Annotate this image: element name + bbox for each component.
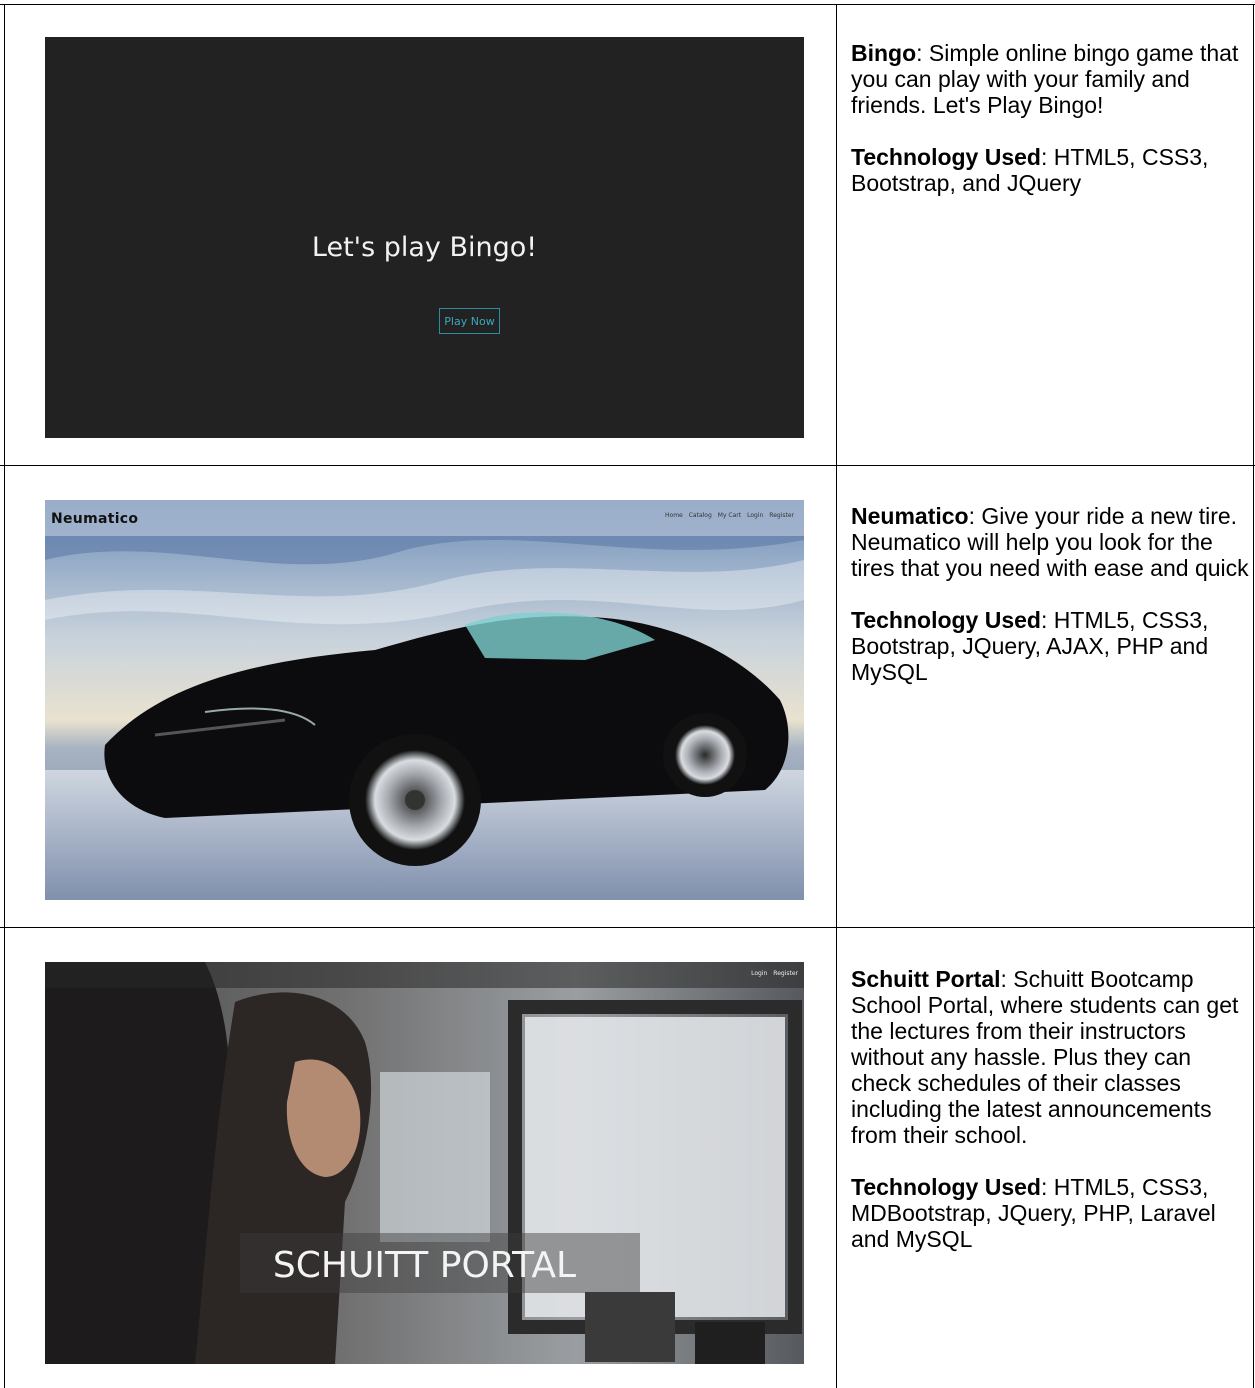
nav-login[interactable]: Login [751, 970, 767, 977]
office-hero-image [45, 962, 804, 1364]
neumatico-nav: Home Catalog My Cart Login Register [665, 512, 794, 519]
table-row-divider [0, 927, 1255, 928]
neumatico-logo[interactable]: Neumatico [51, 511, 138, 527]
schuitt-screenshot: Login Register SCHUITT PORTAL [45, 962, 804, 1364]
nav-my-cart[interactable]: My Cart [718, 512, 741, 519]
bingo-description: Bingo: Simple online bingo game that you… [851, 40, 1251, 222]
nav-catalog[interactable]: Catalog [689, 512, 712, 519]
table-border-left [4, 4, 5, 1388]
play-now-button[interactable]: Play Now [439, 308, 500, 334]
project-summary: : Schuitt Bootcamp School Portal, where … [851, 966, 1239, 1148]
schuitt-topbar [45, 962, 804, 988]
car-hero-image [45, 500, 804, 900]
schuitt-description: Schuitt Portal: Schuitt Bootcamp School … [851, 966, 1251, 1278]
neumatico-screenshot: Neumatico Home Catalog My Cart Login Reg… [45, 500, 804, 900]
table-border-right [1253, 4, 1254, 1388]
project-title: Schuitt Portal [851, 966, 1001, 992]
tech-label: Technology Used [851, 607, 1041, 633]
nav-login[interactable]: Login [747, 512, 763, 519]
table-border-top [0, 4, 1255, 5]
bingo-heading: Let's play Bingo! [311, 232, 538, 263]
schuitt-title: SCHUITT PORTAL [272, 1245, 577, 1286]
project-title: Bingo [851, 40, 917, 66]
table-row-divider [0, 465, 1255, 466]
nav-home[interactable]: Home [665, 512, 683, 519]
tech-label: Technology Used [851, 1174, 1041, 1200]
nav-register[interactable]: Register [773, 970, 798, 977]
bingo-screenshot: Let's play Bingo! Play Now [45, 37, 804, 438]
tech-label: Technology Used [851, 144, 1041, 170]
table-column-divider [836, 4, 837, 1388]
neumatico-description: Neumatico: Give your ride a new tire. Ne… [851, 503, 1251, 711]
project-title: Neumatico [851, 503, 969, 529]
nav-register[interactable]: Register [769, 512, 794, 519]
schuitt-nav: Login Register [751, 970, 798, 977]
